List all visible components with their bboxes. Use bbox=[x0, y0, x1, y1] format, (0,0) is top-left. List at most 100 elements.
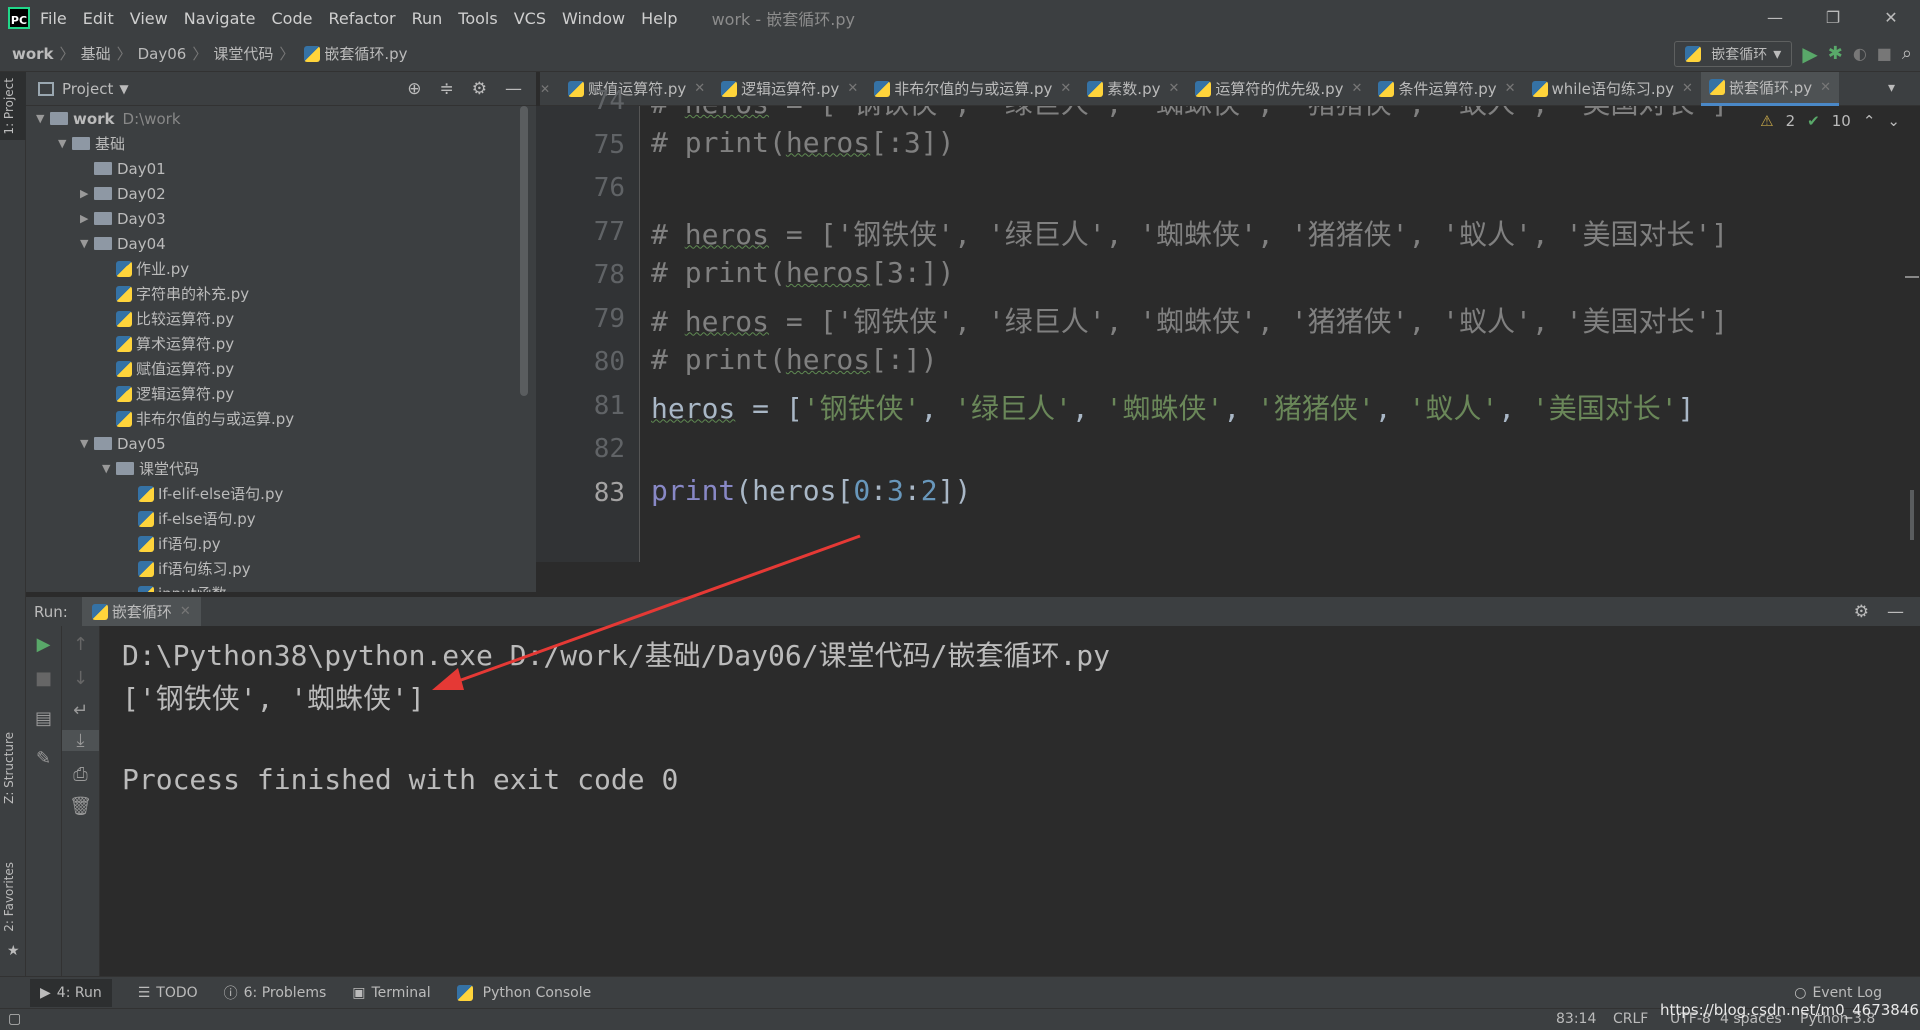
favorites-tool-button[interactable]: 2: Favorites bbox=[2, 862, 16, 932]
menu-item-tools[interactable]: Tools bbox=[458, 9, 497, 28]
debug-icon[interactable]: ✱ bbox=[1828, 45, 1843, 63]
restore-icon[interactable]: ❐ bbox=[1804, 0, 1862, 36]
arrow-down-icon[interactable]: ↓ bbox=[62, 668, 99, 689]
pin-icon[interactable]: ✎ bbox=[26, 748, 61, 769]
tree-item[interactable]: 赋值运算符.py bbox=[26, 356, 536, 381]
tree-item[interactable]: If-elif-else语句.py bbox=[26, 481, 536, 506]
menu-item-window[interactable]: Window bbox=[562, 9, 625, 28]
event-log-button[interactable]: ○ Event Log bbox=[1794, 985, 1882, 1001]
close-icon[interactable]: ✕ bbox=[694, 81, 705, 96]
tree-item[interactable]: if-else语句.py bbox=[26, 506, 536, 531]
coverage-icon[interactable]: ◐ bbox=[1853, 46, 1867, 62]
close-icon[interactable]: ✕ bbox=[1682, 81, 1693, 96]
editor-scrollbar[interactable] bbox=[1910, 490, 1914, 540]
editor-tab[interactable]: 条件运算符.py ✕ bbox=[1370, 72, 1523, 106]
close-icon[interactable]: ✕ bbox=[1168, 81, 1179, 96]
close-icon[interactable]: ✕ bbox=[540, 82, 550, 96]
hide-icon[interactable]: — bbox=[505, 79, 522, 99]
gear-icon[interactable]: ⚙ bbox=[1854, 602, 1869, 622]
python-console-tool-button[interactable]: Python Console bbox=[456, 984, 591, 1001]
tree-item[interactable]: if语句练习.py bbox=[26, 556, 536, 581]
run-tool-button[interactable]: ▶ 4: Run bbox=[30, 978, 112, 1007]
stop-icon[interactable]: ■ bbox=[1877, 46, 1892, 62]
tree-item[interactable]: ▼ Day04 bbox=[26, 231, 536, 256]
tree-item[interactable]: ▶ Day03 bbox=[26, 206, 536, 231]
menu-item-run[interactable]: Run bbox=[412, 9, 443, 28]
tree-item[interactable]: ▼ 课堂代码 bbox=[26, 456, 536, 481]
tree-item[interactable]: Day01 bbox=[26, 156, 536, 181]
chevron-right-icon[interactable]: ▶ bbox=[80, 187, 94, 200]
editor-tab[interactable]: 逻辑运算符.py ✕ bbox=[713, 72, 866, 106]
tree-item[interactable]: 非布尔值的与或运算.py bbox=[26, 406, 536, 431]
chevron-down-icon[interactable]: ▼ bbox=[119, 83, 128, 95]
tree-item[interactable]: 比较运算符.py bbox=[26, 306, 536, 331]
close-icon[interactable]: ✕ bbox=[180, 604, 191, 619]
chevron-down-icon[interactable]: ▼ bbox=[80, 437, 94, 450]
run-console[interactable]: D:\Python38\python.exe D:/work/基础/Day06/… bbox=[100, 626, 1920, 976]
structure-tool-button[interactable]: Z: Structure bbox=[2, 732, 16, 804]
print-icon[interactable]: ⎙ bbox=[62, 764, 99, 785]
tree-item[interactable]: input函数 bbox=[26, 581, 536, 592]
stop-icon[interactable]: ■ bbox=[26, 668, 61, 689]
todo-tool-button[interactable]: ☰ TODO bbox=[138, 985, 198, 1001]
soft-wrap-icon[interactable]: ↵ bbox=[62, 700, 99, 721]
chevron-down-icon[interactable]: ▼ bbox=[58, 137, 72, 150]
close-icon[interactable]: ✕ bbox=[1820, 80, 1831, 95]
problems-tool-button[interactable]: ⓘ 6: Problems bbox=[224, 983, 327, 1003]
tree-item[interactable]: ▼ work D:\work bbox=[26, 106, 536, 131]
tree-item[interactable]: ▶ Day02 bbox=[26, 181, 536, 206]
arrow-up-icon[interactable]: ↑ bbox=[62, 634, 99, 655]
caret-position[interactable]: 83:14 bbox=[1556, 1011, 1596, 1027]
tree-item[interactable]: 作业.py bbox=[26, 256, 536, 281]
gear-icon[interactable]: ⚙ bbox=[472, 79, 487, 99]
run-tab[interactable]: 嵌套循环 ✕ bbox=[81, 596, 201, 627]
editor-tab[interactable]: 运算符的优先级.py ✕ bbox=[1187, 72, 1370, 106]
editor-tab[interactable]: 素数.py ✕ bbox=[1079, 72, 1187, 106]
editor-tab[interactable]: 赋值运算符.py ✕ bbox=[560, 72, 713, 106]
tree-item[interactable]: if语句.py bbox=[26, 531, 536, 556]
close-icon[interactable]: ✕ bbox=[1862, 0, 1920, 36]
locate-icon[interactable]: ⊕ bbox=[407, 79, 421, 99]
chevron-down-icon[interactable]: ▼ bbox=[36, 112, 50, 125]
code-editor[interactable]: # heros = ['钢铁侠', '绿巨人', '蜘蛛侠', '猪猪侠', '… bbox=[641, 106, 1920, 562]
project-scrollbar[interactable] bbox=[520, 106, 528, 396]
breadcrumb-item[interactable]: 课堂代码 bbox=[213, 43, 273, 64]
project-tool-button[interactable]: 1: Project bbox=[2, 78, 16, 135]
menu-item-file[interactable]: File bbox=[40, 9, 67, 28]
line-separator[interactable]: CRLF bbox=[1613, 1011, 1648, 1027]
close-icon[interactable]: ✕ bbox=[1060, 81, 1071, 96]
tree-item[interactable]: ▼ 基础 bbox=[26, 131, 536, 156]
chevron-up-icon[interactable]: ⌃ bbox=[1863, 112, 1876, 130]
run-config-select[interactable]: 嵌套循环 ▾ bbox=[1674, 41, 1793, 67]
menu-item-help[interactable]: Help bbox=[641, 9, 677, 28]
close-icon[interactable]: ✕ bbox=[847, 81, 858, 96]
tree-item[interactable]: ▼ Day05 bbox=[26, 431, 536, 456]
terminal-tool-button[interactable]: ▣ Terminal bbox=[352, 985, 430, 1001]
chevron-down-icon[interactable]: ⌄ bbox=[1887, 112, 1900, 130]
menu-item-refactor[interactable]: Refactor bbox=[328, 9, 395, 28]
minimize-icon[interactable]: — bbox=[1746, 0, 1804, 36]
tree-item[interactable]: 字符串的补充.py bbox=[26, 281, 536, 306]
editor-tab[interactable]: while语句练习.py ✕ bbox=[1524, 72, 1701, 106]
breadcrumb-item[interactable]: 嵌套循环.py bbox=[324, 43, 407, 64]
close-icon[interactable]: ✕ bbox=[1505, 81, 1516, 96]
breadcrumb-item[interactable]: work bbox=[12, 45, 54, 63]
square-icon[interactable]: ▢ bbox=[8, 1011, 21, 1027]
run-icon[interactable]: ▶ bbox=[1802, 44, 1817, 64]
breadcrumb-item[interactable]: 基础 bbox=[81, 43, 111, 64]
chevron-right-icon[interactable]: ▶ bbox=[80, 212, 94, 225]
menu-item-edit[interactable]: Edit bbox=[83, 9, 114, 28]
trash-icon[interactable]: 🗑 bbox=[62, 796, 99, 817]
search-icon[interactable]: ⌕ bbox=[1902, 45, 1912, 63]
chevron-down-icon[interactable]: ▼ bbox=[102, 462, 116, 475]
collapse-all-icon[interactable]: ≑ bbox=[440, 79, 454, 99]
rerun-icon[interactable]: ▶ bbox=[26, 634, 61, 655]
chevron-down-icon[interactable]: ▼ bbox=[80, 237, 94, 250]
menu-item-view[interactable]: View bbox=[130, 9, 168, 28]
inspection-widget[interactable]: ⚠ 2 ✔ 10 ⌃ ⌄ bbox=[1760, 112, 1900, 130]
scroll-to-end-icon[interactable]: ⤓ bbox=[62, 730, 99, 751]
menu-item-vcs[interactable]: VCS bbox=[514, 9, 546, 28]
menu-item-navigate[interactable]: Navigate bbox=[184, 9, 256, 28]
project-view-label[interactable]: Project bbox=[62, 80, 113, 98]
tree-item[interactable]: 逻辑运算符.py bbox=[26, 381, 536, 406]
